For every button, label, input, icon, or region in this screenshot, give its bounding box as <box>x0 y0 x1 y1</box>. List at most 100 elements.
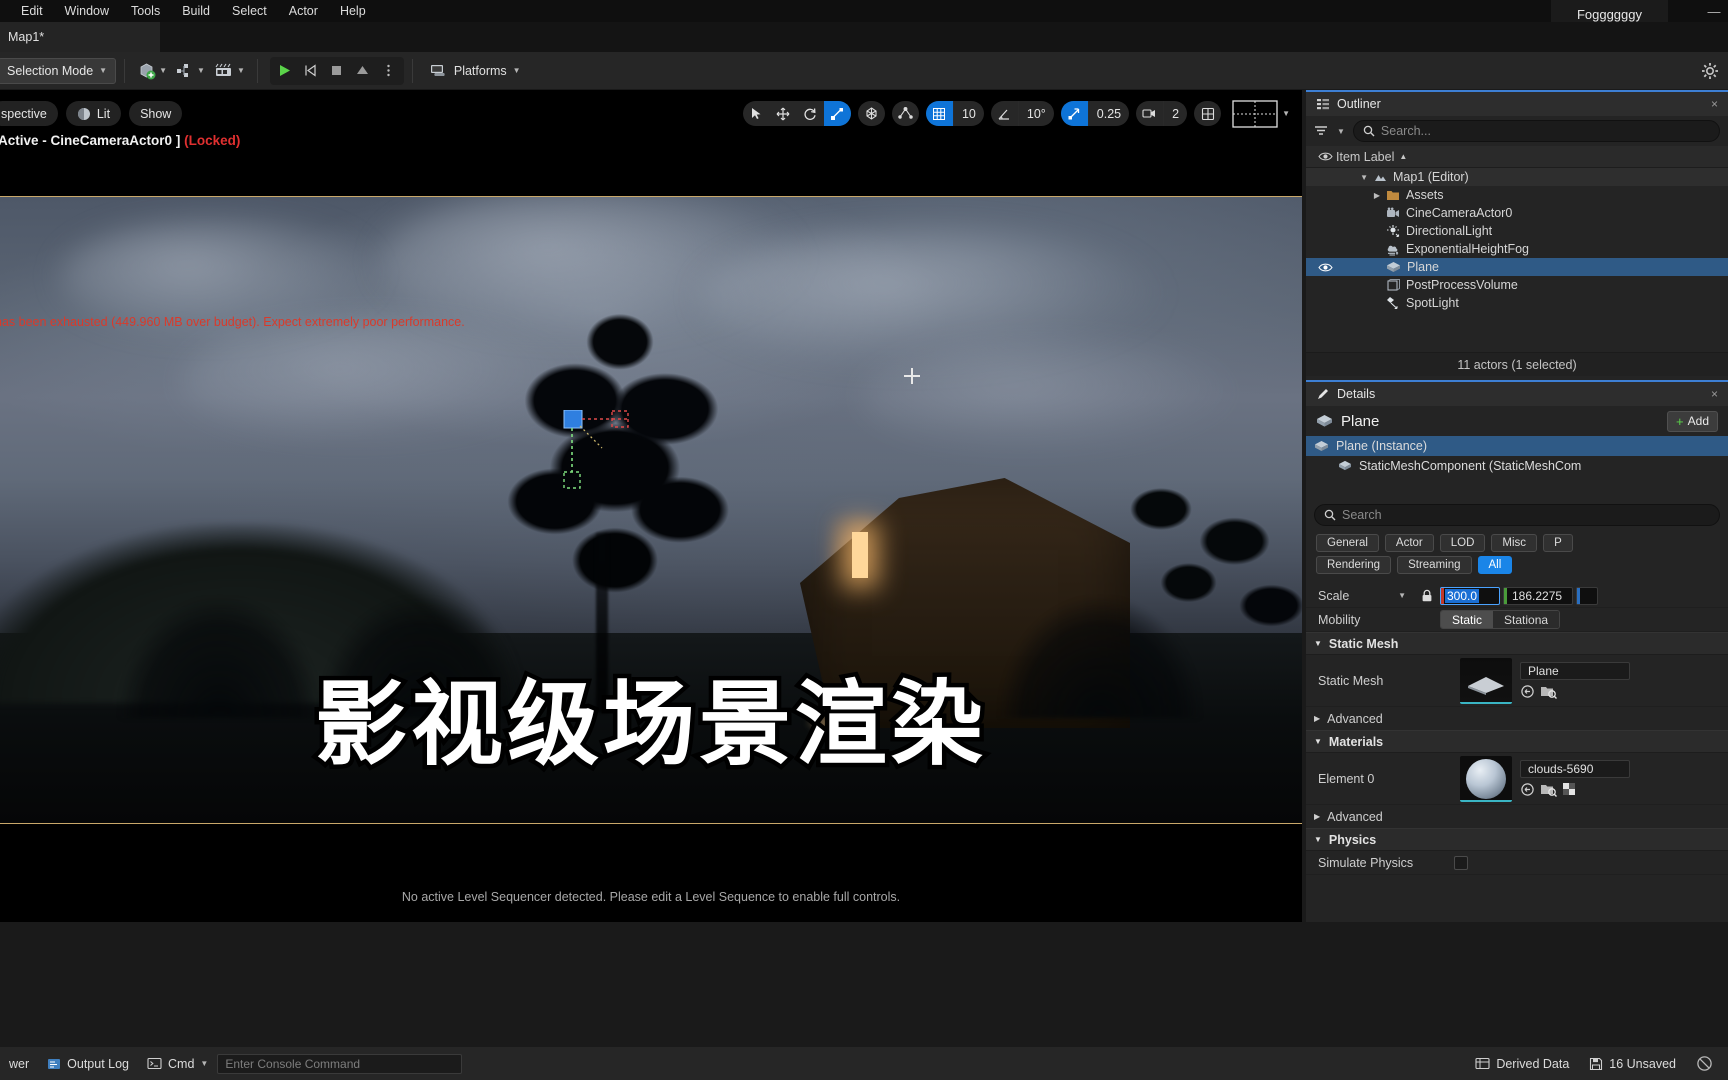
level-viewport[interactable]: spective Lit Show 10 10° 0.25 2 ▼ Active… <box>0 90 1302 922</box>
add-component-button[interactable]: + Add <box>1667 410 1718 432</box>
materials-advanced-row[interactable]: ▶ Advanced <box>1306 805 1728 828</box>
tab-map1[interactable]: Map1* <box>0 22 160 52</box>
outliner-search-input[interactable]: Search... <box>1352 120 1720 142</box>
grid-snap-icon[interactable] <box>925 101 953 126</box>
show-menu-button[interactable]: Show <box>129 101 183 126</box>
filter-chip-all[interactable]: All <box>1477 556 1513 574</box>
static-mesh-actions <box>1520 684 1630 699</box>
details-tab[interactable]: Details × <box>1306 380 1728 406</box>
mobility-static-option[interactable]: Static <box>1441 611 1494 628</box>
perspective-button[interactable]: spective <box>0 101 58 126</box>
platforms-button[interactable]: Platforms ▼ <box>421 58 529 84</box>
static-mesh-thumbnail[interactable] <box>1460 657 1512 704</box>
menu-item-tools[interactable]: Tools <box>120 2 171 20</box>
filter-chip-actor[interactable]: Actor <box>1384 534 1434 552</box>
outliner-item-map1[interactable]: ▼ Map1 (Editor) <box>1306 168 1728 186</box>
expand-arrow-icon: ▶ <box>1314 812 1321 821</box>
menu-item-select[interactable]: Select <box>221 2 278 20</box>
menu-item-edit[interactable]: Edit <box>10 2 54 20</box>
content-drawer-button[interactable]: wer <box>0 1052 38 1076</box>
settings-gear-icon[interactable] <box>1700 61 1720 81</box>
filter-chip-streaming[interactable]: Streaming <box>1397 556 1472 574</box>
expander-icon[interactable]: ▶ <box>1342 191 1380 200</box>
scale-snap-value[interactable]: 0.25 <box>1087 101 1129 126</box>
filter-chip-misc[interactable]: Misc <box>1491 534 1538 552</box>
filter-chip-general[interactable]: General <box>1316 534 1379 552</box>
menu-item-actor[interactable]: Actor <box>278 2 329 20</box>
material-thumbnail[interactable] <box>1460 755 1512 802</box>
menu-item-build[interactable]: Build <box>171 2 221 20</box>
lock-icon[interactable] <box>1414 589 1440 602</box>
blueprints-button[interactable]: ▼ <box>171 58 209 84</box>
scale-snap-icon[interactable] <box>1060 101 1088 126</box>
grid-snap-group: 10 <box>925 101 984 126</box>
console-command-input[interactable]: Enter Console Command <box>217 1053 463 1074</box>
component-item-staticmesh[interactable]: StaticMeshComponent (StaticMeshCom <box>1306 456 1728 476</box>
unsaved-changes-button[interactable]: 16 Unsaved <box>1580 1052 1685 1076</box>
outliner-item-assets[interactable]: ▶ Assets <box>1306 186 1728 204</box>
chevron-down-icon[interactable]: ▼ <box>1398 591 1406 600</box>
cmd-selector[interactable]: Cmd ▼ <box>138 1052 217 1076</box>
static-mesh-asset-name[interactable]: Plane <box>1520 662 1630 680</box>
expander-icon[interactable]: ▼ <box>1342 173 1368 182</box>
simulate-physics-checkbox[interactable] <box>1454 855 1468 870</box>
outliner-item-exponentialheightfog[interactable]: ExponentialHeightFog <box>1306 240 1728 258</box>
transform-gizmo[interactable] <box>556 410 656 500</box>
chevron-down-icon[interactable]: ▼ <box>1337 127 1345 136</box>
angle-snap-value[interactable]: 10° <box>1017 101 1054 126</box>
source-control-icon[interactable] <box>1687 1052 1722 1076</box>
menu-item-window[interactable]: Window <box>54 2 120 20</box>
minimize-button[interactable]: — <box>1700 0 1728 22</box>
mobility-stationary-option[interactable]: Stationa <box>1493 611 1560 628</box>
static-mesh-advanced-row[interactable]: ▶ Advanced <box>1306 707 1728 730</box>
selection-mode-button[interactable]: Selection Mode ▼ <box>0 57 117 84</box>
rotate-tool-icon[interactable] <box>797 101 824 126</box>
world-coordinate-icon[interactable] <box>857 101 885 126</box>
outliner-column-header[interactable]: Item Label ▲ <box>1306 146 1728 168</box>
filter-chip-physics[interactable]: P <box>1543 534 1573 552</box>
outliner-item-cinecameraactor0[interactable]: CineCameraActor0 <box>1306 204 1728 222</box>
lit-mode-button[interactable]: Lit <box>65 101 122 126</box>
close-icon[interactable]: × <box>1711 387 1718 401</box>
filter-chip-rendering[interactable]: Rendering <box>1316 556 1392 574</box>
eject-button[interactable] <box>350 58 376 84</box>
menu-item-help[interactable]: Help <box>329 2 377 20</box>
scale-tool-icon[interactable] <box>823 101 851 126</box>
more-options-button[interactable] <box>376 58 402 84</box>
filter-chip-lod[interactable]: LOD <box>1439 534 1486 552</box>
add-actor-button[interactable]: ▼ <box>133 58 171 84</box>
camera-speed-icon[interactable] <box>1136 101 1163 126</box>
move-tool-icon[interactable] <box>770 101 797 126</box>
scale-x-input[interactable]: 300.0 <box>1440 586 1500 605</box>
material-asset-name[interactable]: clouds-5690 <box>1520 760 1630 778</box>
output-log-button[interactable]: Output Log <box>38 1052 138 1076</box>
details-search-input[interactable]: Search <box>1314 504 1720 526</box>
angle-snap-icon[interactable] <box>991 101 1018 126</box>
scale-y-input[interactable]: 186.2275 <box>1503 586 1573 605</box>
close-icon[interactable]: × <box>1711 97 1718 111</box>
play-button[interactable] <box>272 58 298 84</box>
instance-label: Plane (Instance) <box>1336 439 1428 453</box>
static-mesh-section-header[interactable]: ▼ Static Mesh <box>1306 632 1728 655</box>
outliner-item-plane[interactable]: Plane <box>1306 258 1728 276</box>
skip-frame-button[interactable] <box>298 58 324 84</box>
outliner-item-directionallight[interactable]: DirectionalLight <box>1306 222 1728 240</box>
grid-snap-value[interactable]: 10 <box>952 101 984 126</box>
scale-z-input[interactable] <box>1576 586 1598 605</box>
outliner-tab[interactable]: Outliner × <box>1306 90 1728 116</box>
viewport-options-icon[interactable] <box>1194 101 1222 126</box>
materials-section-header[interactable]: ▼ Materials <box>1306 730 1728 753</box>
stop-button[interactable] <box>324 58 350 84</box>
outliner-item-postprocessvolume[interactable]: PostProcessVolume <box>1306 276 1728 294</box>
visibility-toggle-icon[interactable] <box>1314 262 1336 273</box>
derived-data-button[interactable]: Derived Data <box>1466 1052 1578 1076</box>
layout-selector-button[interactable]: ▼ <box>1228 99 1294 128</box>
physics-section-header[interactable]: ▼ Physics <box>1306 828 1728 851</box>
surface-snap-icon[interactable] <box>891 101 919 126</box>
sequencer-message: No active Level Sequencer detected. Plea… <box>401 890 901 904</box>
select-tool-icon[interactable] <box>743 101 770 126</box>
cinematics-button[interactable]: ▼ <box>209 58 249 84</box>
camera-speed-value[interactable]: 2 <box>1163 101 1187 126</box>
component-item-plane-instance[interactable]: Plane (Instance) <box>1306 436 1728 456</box>
outliner-item-spotlight[interactable]: SpotLight <box>1306 294 1728 312</box>
